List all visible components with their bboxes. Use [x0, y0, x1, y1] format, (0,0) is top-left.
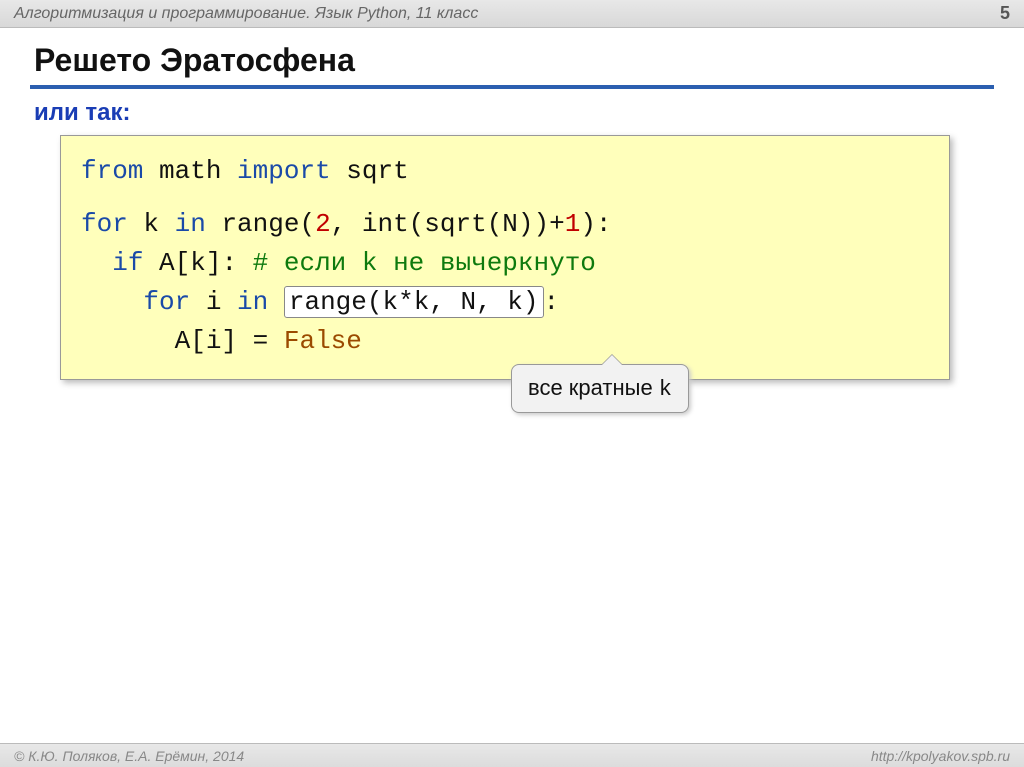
slide-content: Решето Эратосфена или так: from math imp… [0, 28, 1024, 380]
code-line-2: for k in range(2, int(sqrt(N))+1): [81, 205, 929, 244]
slide-footer: © К.Ю. Поляков, Е.А. Ерёмин, 2014 http:/… [0, 743, 1024, 767]
subtitle: или так: [34, 99, 994, 127]
course-title: Алгоритмизация и программирование. Язык … [14, 5, 478, 23]
code-line-5: A[i] = False [81, 322, 929, 361]
page-number: 5 [1000, 3, 1010, 24]
code-block: from math import sqrt for k in range(2, … [60, 135, 950, 380]
highlighted-range: range(k*k, N, k) [284, 286, 544, 318]
callout-var: k [659, 377, 672, 402]
slide-header: Алгоритмизация и программирование. Язык … [0, 0, 1024, 28]
footer-url: http://kpolyakov.spb.ru [871, 748, 1010, 764]
callout-text: все кратные [528, 375, 659, 400]
callout-bubble: все кратные k [511, 364, 689, 413]
code-blank [81, 191, 929, 205]
footer-authors: © К.Ю. Поляков, Е.А. Ерёмин, 2014 [14, 748, 244, 764]
code-line-1: from math import sqrt [81, 152, 929, 191]
code-line-4: for i in range(k*k, N, k): [81, 283, 929, 322]
page-title: Решето Эратосфена [30, 38, 994, 89]
code-line-3: if A[k]: # если k не вычеркнуто [81, 244, 929, 283]
